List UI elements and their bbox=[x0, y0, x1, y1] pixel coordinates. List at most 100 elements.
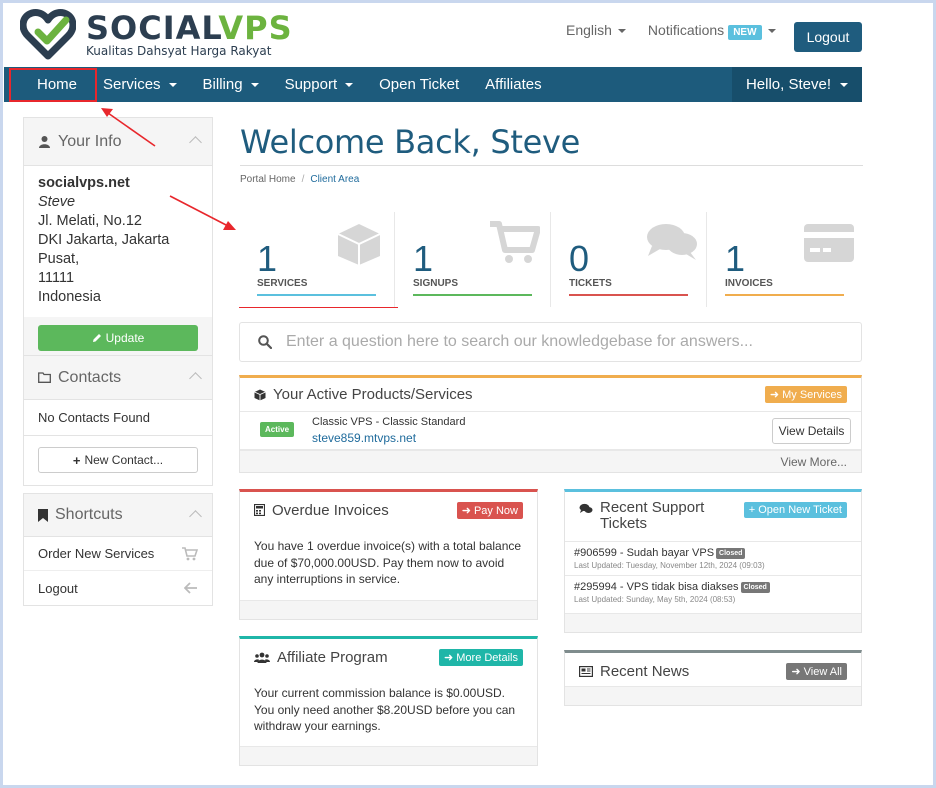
ticket-item[interactable]: #295994 - VPS tidak bisa diakses Closed L… bbox=[565, 576, 861, 609]
active-products-header: Your Active Products/Services ➜ My Servi… bbox=[240, 378, 861, 412]
breadcrumb-current: Client Area bbox=[310, 174, 360, 185]
company-name: socialvps.net bbox=[38, 175, 130, 191]
product-domain[interactable]: steve859.mtvps.net bbox=[312, 431, 416, 445]
breadcrumb: Portal Home / Client Area bbox=[240, 174, 359, 185]
plus-icon: + bbox=[748, 504, 759, 516]
postcode: 11111 bbox=[38, 270, 75, 286]
nav-services[interactable]: Services bbox=[90, 67, 190, 102]
chevron-down-icon bbox=[840, 82, 848, 87]
ticket-status-badge: Closed bbox=[716, 547, 746, 559]
logout-button[interactable]: Logout bbox=[794, 22, 862, 52]
kb-search-input[interactable]: Enter a question here to search our know… bbox=[239, 322, 862, 362]
overdue-invoices-title: Overdue Invoices bbox=[272, 501, 389, 519]
chevron-down-icon bbox=[250, 82, 259, 87]
stat-label: SERVICES bbox=[257, 278, 308, 289]
update-button[interactable]: Update bbox=[38, 325, 198, 351]
notifications-new-badge: NEW bbox=[728, 25, 762, 40]
search-icon bbox=[258, 335, 272, 349]
affiliate-program-text: Your current commission balance is $0.00… bbox=[254, 686, 516, 733]
nav-affiliates[interactable]: Affiliates bbox=[472, 67, 554, 102]
contacts-header[interactable]: Contacts bbox=[24, 356, 212, 400]
product-row[interactable]: Active Classic VPS - Classic Standard st… bbox=[240, 412, 861, 450]
brand-name-part2: VPS bbox=[218, 8, 293, 47]
view-more-link[interactable]: View More... bbox=[240, 450, 861, 472]
pay-now-button[interactable]: ➜ Pay Now bbox=[456, 501, 523, 519]
top-links: English Notifications NEW bbox=[566, 22, 776, 40]
brand-logo[interactable]: SOCIALVPS Kualitas Dahsyat Harga Rakyat bbox=[20, 8, 293, 60]
stat-tile-tickets[interactable]: 0 TICKETS bbox=[551, 212, 707, 307]
card-footer bbox=[240, 600, 537, 619]
shortcut-label: Order New Services bbox=[38, 546, 155, 561]
shortcut-logout[interactable]: Logout bbox=[24, 571, 212, 605]
chevron-down-icon bbox=[168, 82, 177, 87]
heart-logo-icon bbox=[20, 9, 76, 60]
nav-open-ticket-label: Open Ticket bbox=[379, 76, 460, 93]
new-contact-label: New Contact... bbox=[84, 453, 164, 467]
overdue-invoices-text: You have 1 overdue invoice(s) with a tot… bbox=[254, 539, 522, 586]
my-services-button[interactable]: ➜ My Services bbox=[764, 386, 847, 403]
users-icon bbox=[254, 652, 270, 663]
ticket-item[interactable]: #906599 - Sudah bayar VPS Closed Last Upd… bbox=[565, 542, 861, 576]
affiliate-program-title: Affiliate Program bbox=[277, 648, 388, 666]
your-info-header[interactable]: Your Info bbox=[24, 118, 212, 166]
stat-label: TICKETS bbox=[569, 278, 612, 289]
contacts-panel: Contacts No Contacts Found + New Contact… bbox=[23, 355, 213, 486]
main-navbar: Home Services Billing Support Open Ticke… bbox=[4, 67, 862, 102]
pencil-icon bbox=[92, 334, 101, 342]
bookmark-icon bbox=[38, 508, 48, 522]
cube-icon bbox=[254, 389, 266, 400]
stat-underline bbox=[413, 294, 532, 296]
arrow-right-icon: ➜ bbox=[443, 651, 457, 664]
stat-tile-services[interactable]: 1 SERVICES bbox=[239, 212, 395, 307]
breadcrumb-separator: / bbox=[301, 174, 305, 185]
nav-support-label: Support bbox=[284, 76, 338, 93]
nav-services-label: Services bbox=[103, 76, 161, 93]
client-name: Steve bbox=[38, 194, 76, 210]
ticket-updated: Last Updated: Tuesday, November 12th, 20… bbox=[574, 561, 765, 570]
ticket-title: #295994 - VPS tidak bisa diakses bbox=[574, 581, 739, 593]
stat-tile-signups[interactable]: 1 SIGNUPS bbox=[395, 212, 551, 307]
view-details-button[interactable]: View Details bbox=[772, 418, 851, 444]
open-new-ticket-button[interactable]: + Open New Ticket bbox=[743, 502, 847, 518]
stat-value: 1 bbox=[413, 238, 434, 279]
breadcrumb-home[interactable]: Portal Home bbox=[240, 174, 296, 185]
comments-icon bbox=[647, 224, 697, 260]
active-products-title: Your Active Products/Services bbox=[273, 386, 473, 403]
card-footer bbox=[565, 613, 861, 632]
brand-name: SOCIALVPS bbox=[86, 11, 293, 45]
more-details-label: More Details bbox=[456, 651, 518, 664]
language-label: English bbox=[566, 22, 612, 38]
brand-name-part1: SOCIAL bbox=[86, 8, 219, 47]
notifications-dropdown[interactable]: Notifications NEW bbox=[648, 22, 776, 40]
nav-billing[interactable]: Billing bbox=[190, 67, 272, 102]
more-details-button[interactable]: ➜ More Details bbox=[438, 648, 523, 666]
brand-tagline: Kualitas Dahsyat Harga Rakyat bbox=[86, 43, 272, 58]
overdue-invoices-header: Overdue Invoices ➜ Pay Now bbox=[240, 492, 537, 528]
contacts-empty-text: No Contacts Found bbox=[24, 400, 212, 436]
kb-search-placeholder: Enter a question here to search our know… bbox=[286, 333, 753, 350]
chevron-down-icon bbox=[767, 29, 776, 34]
view-all-button[interactable]: ➜ View All bbox=[786, 662, 847, 680]
shortcuts-header[interactable]: Shortcuts bbox=[24, 494, 212, 537]
new-contact-button[interactable]: + New Contact... bbox=[38, 447, 198, 473]
stat-tile-invoices[interactable]: 1 INVOICES bbox=[707, 212, 862, 307]
support-tickets-header: Recent Support Tickets + Open New Ticket bbox=[565, 492, 861, 542]
chevron-up-icon[interactable] bbox=[189, 372, 202, 385]
shortcuts-title: Shortcuts bbox=[55, 506, 123, 523]
language-dropdown[interactable]: English bbox=[566, 22, 626, 38]
nav-support[interactable]: Support bbox=[272, 67, 367, 102]
contacts-title: Contacts bbox=[58, 368, 122, 386]
stat-underline bbox=[257, 294, 376, 296]
nav-open-ticket[interactable]: Open Ticket bbox=[366, 67, 472, 102]
annotation-box-home bbox=[9, 68, 97, 102]
chevron-up-icon[interactable] bbox=[189, 510, 202, 523]
recent-news-header: Recent News ➜ View All bbox=[565, 653, 861, 689]
user-menu[interactable]: Hello, Steve! bbox=[731, 67, 862, 102]
chevron-up-icon[interactable] bbox=[189, 136, 202, 149]
ticket-updated: Last Updated: Sunday, May 5th, 2024 (08:… bbox=[574, 595, 736, 604]
shortcut-order-new-services[interactable]: Order New Services bbox=[24, 537, 212, 571]
shortcuts-panel: Shortcuts Order New Services Logout bbox=[23, 493, 213, 606]
ticket-status-badge: Closed bbox=[740, 581, 770, 593]
active-products-card: Your Active Products/Services ➜ My Servi… bbox=[239, 375, 862, 473]
open-new-ticket-label: Open New Ticket bbox=[758, 504, 842, 516]
